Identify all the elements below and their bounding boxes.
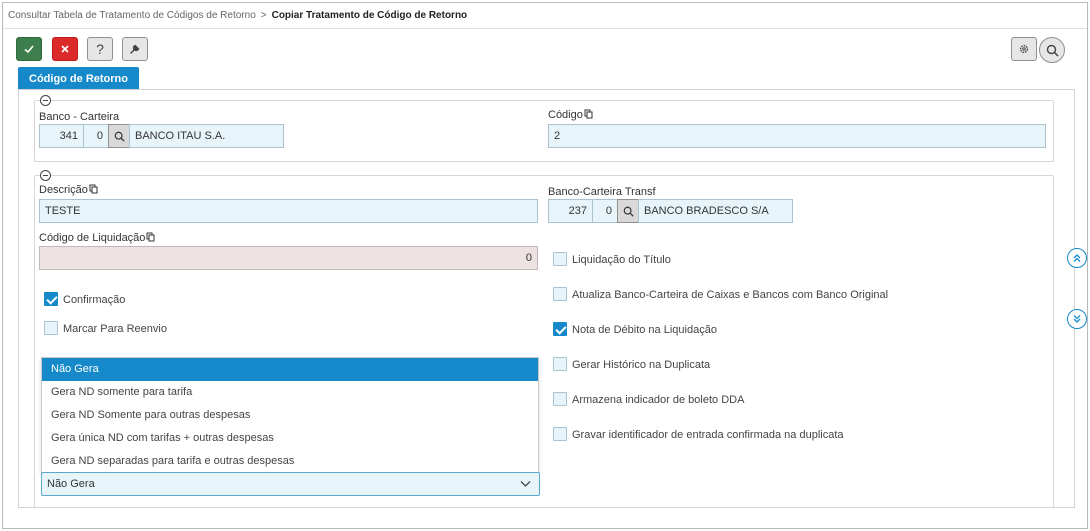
atualiza-banco-checkbox[interactable] bbox=[553, 287, 567, 301]
header-divider bbox=[3, 28, 1087, 29]
marcar-reenvio-label: Marcar Para Reenvio bbox=[63, 323, 167, 335]
nota-debito-label: Nota de Débito na Liquidação bbox=[572, 324, 717, 336]
breadcrumb: Consultar Tabela de Tratamento de Código… bbox=[8, 10, 467, 21]
transf-carteira-field[interactable]: 0 bbox=[592, 199, 618, 223]
banco-field[interactable]: 341 bbox=[39, 124, 84, 148]
search-icon bbox=[623, 206, 634, 217]
nd-selected-value: Não Gera bbox=[47, 478, 95, 490]
liquidacao-titulo-label: Liquidação do Título bbox=[572, 254, 671, 266]
nd-option[interactable]: Gera ND somente para tarifa bbox=[42, 381, 538, 404]
gravar-identificador-label: Gravar identificador de entrada confirma… bbox=[572, 429, 844, 441]
codigo-liquidacao-field: 0 bbox=[39, 246, 538, 270]
banco-carteira-transf-label: Banco-Carteira Transf bbox=[548, 186, 656, 198]
copy-icon[interactable] bbox=[89, 184, 98, 194]
search-button[interactable] bbox=[1039, 37, 1065, 63]
boleto-dda-label: Armazena indicador de boleto DDA bbox=[572, 394, 745, 406]
boleto-dda-checkbox[interactable] bbox=[553, 392, 567, 406]
breadcrumb-current: Copiar Tratamento de Código de Retorno bbox=[271, 10, 468, 21]
nd-select[interactable]: Não Gera bbox=[41, 472, 540, 496]
descricao-label: Descrição bbox=[39, 184, 98, 196]
gravar-identificador-checkbox[interactable] bbox=[553, 427, 567, 441]
breadcrumb-parent-link[interactable]: Consultar Tabela de Tratamento de Código… bbox=[8, 10, 256, 21]
double-chevron-down-icon bbox=[1073, 315, 1081, 323]
copy-icon[interactable] bbox=[146, 232, 155, 242]
nd-option[interactable]: Gera ND Somente para outras despesas bbox=[42, 404, 538, 427]
confirmacao-checkbox[interactable] bbox=[44, 292, 58, 306]
nota-debito-checkbox[interactable] bbox=[553, 322, 567, 336]
carteira-field[interactable]: 0 bbox=[83, 124, 109, 148]
scroll-top-button[interactable] bbox=[1067, 248, 1087, 268]
gerar-historico-checkbox[interactable] bbox=[553, 357, 567, 371]
chevron-down-icon bbox=[520, 481, 531, 487]
liquidacao-titulo-checkbox[interactable] bbox=[553, 252, 567, 266]
banco-nome-field: BANCO ITAU S.A. bbox=[129, 124, 284, 148]
window-frame: Consultar Tabela de Tratamento de Código… bbox=[2, 2, 1088, 529]
wrench-icon bbox=[130, 44, 140, 54]
codigo-liquidacao-label-text: Código de Liquidação bbox=[39, 232, 146, 244]
search-icon bbox=[1046, 44, 1059, 57]
breadcrumb-separator: > bbox=[260, 10, 267, 21]
check-icon bbox=[24, 45, 34, 54]
scroll-bottom-button[interactable] bbox=[1067, 309, 1087, 329]
nd-option[interactable]: Não Gera bbox=[42, 358, 538, 381]
settings-button[interactable] bbox=[1011, 37, 1037, 61]
banco-carteira-label: Banco - Carteira bbox=[39, 111, 120, 123]
gear-icon bbox=[1019, 44, 1029, 54]
tab-codigo-retorno[interactable]: Código de Retorno bbox=[18, 67, 139, 90]
close-icon bbox=[61, 45, 69, 53]
help-label: ? bbox=[96, 41, 104, 57]
atualiza-banco-label: Atualiza Banco-Carteira de Caixas e Banc… bbox=[572, 289, 889, 301]
marcar-reenvio-checkbox[interactable] bbox=[44, 321, 58, 335]
transf-search-button[interactable] bbox=[617, 199, 639, 223]
codigo-field[interactable]: 2 bbox=[548, 124, 1046, 148]
descricao-label-text: Descrição bbox=[39, 184, 88, 196]
double-chevron-up-icon bbox=[1073, 254, 1081, 262]
codigo-label: Código bbox=[548, 109, 593, 121]
codigo-liquidacao-label: Código de Liquidação bbox=[39, 232, 155, 244]
descricao-field[interactable]: TESTE bbox=[39, 199, 538, 223]
confirmacao-label: Confirmação bbox=[63, 294, 126, 306]
collapse-section2-icon[interactable] bbox=[40, 170, 51, 181]
banco-search-button[interactable] bbox=[108, 124, 130, 148]
transf-nome-field: BANCO BRADESCO S/A bbox=[638, 199, 793, 223]
collapse-section1-icon[interactable] bbox=[40, 95, 51, 106]
confirm-button[interactable] bbox=[16, 37, 42, 61]
codigo-label-text: Código bbox=[548, 109, 583, 121]
tools-button[interactable] bbox=[122, 37, 148, 61]
copy-icon[interactable] bbox=[584, 109, 593, 119]
transf-banco-field[interactable]: 237 bbox=[548, 199, 593, 223]
cancel-button[interactable] bbox=[52, 37, 78, 61]
help-button[interactable]: ? bbox=[87, 37, 113, 61]
nd-option[interactable]: Gera ND separadas para tarifa e outras d… bbox=[42, 450, 538, 473]
nd-option[interactable]: Gera única ND com tarifas + outras despe… bbox=[42, 427, 538, 450]
search-icon bbox=[114, 131, 125, 142]
gerar-historico-label: Gerar Histórico na Duplicata bbox=[572, 359, 711, 371]
nd-options-dropdown: Não Gera Gera ND somente para tarifa Ger… bbox=[41, 357, 539, 473]
